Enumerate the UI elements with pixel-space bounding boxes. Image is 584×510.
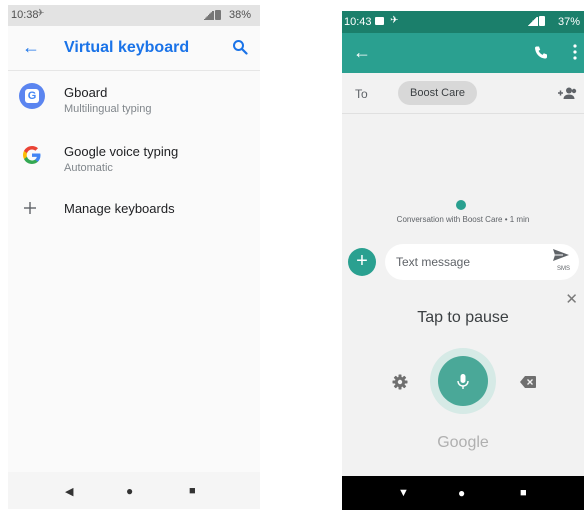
nav-home-button[interactable]: ● [126,484,133,498]
list-item-google-voice-typing[interactable]: Google voice typing Automatic [8,138,260,182]
send-icon[interactable] [552,248,570,262]
voice-status-text: Tap to pause [417,309,509,326]
messages-screen: 10:43 ✈︎ 37% ← To Boost Care Conversatio… [342,11,584,510]
add-person-icon[interactable] [557,87,577,99]
contact-avatar-icon [456,200,466,210]
status-bar: 10:38 ✈︎ 38% [8,5,260,26]
list-item-manage-keyboards[interactable]: Manage keyboards [8,192,260,236]
nav-recents-button[interactable]: ■ [520,487,527,499]
list-item-label: Google voice typing [64,144,179,159]
image-notification-icon [375,17,384,25]
battery-percent: 37% [557,16,580,28]
google-logo: Google [437,434,489,451]
gear-icon[interactable] [392,374,408,390]
mic-button[interactable] [438,356,488,406]
battery-icon [215,10,221,20]
phone-icon[interactable] [533,45,549,61]
app-bar: ← Virtual keyboard [8,26,260,71]
nav-recents-button[interactable]: ■ [189,485,196,497]
signal-icon [202,11,214,20]
status-time: 10:38 [11,9,39,21]
page-title: Virtual keyboard [64,39,190,56]
search-icon[interactable] [232,39,248,55]
conversation-info: Conversation with Boost Care • 1 min [396,215,530,224]
navigation-bar: ▼ ● ■ [342,476,584,510]
close-icon[interactable]: ✕ [565,290,578,308]
list-item-label: Manage keyboards [64,201,175,216]
battery-percent: 38% [228,9,251,21]
nav-back-button[interactable]: ▼ [398,487,409,499]
recipient-bar: To Boost Care [342,73,584,114]
list-item-gboard[interactable]: G Gboard Multilingual typing [8,79,260,123]
nav-back-button[interactable]: ◀ [65,485,73,498]
recipient-chip[interactable]: Boost Care [398,81,478,105]
airplane-mode-icon: ✈︎ [36,8,45,19]
add-attachment-button[interactable]: + [348,248,376,276]
list-item-subtitle: Multilingual typing [64,103,152,115]
more-vert-icon[interactable] [573,44,577,60]
list-item-subtitle: Automatic [64,162,113,174]
plus-icon [24,202,36,214]
voice-input-panel: ✕ Tap to pause Google [342,284,584,474]
mic-icon [457,374,469,389]
to-label: To [355,87,368,101]
nav-home-button[interactable]: ● [458,486,465,500]
app-bar: ← [342,33,584,73]
battery-icon [539,16,545,26]
sms-label: SMS [556,266,570,272]
gboard-icon: G [19,83,45,109]
google-g-icon [23,146,41,164]
status-time: 10:43 [344,16,372,28]
back-arrow-icon[interactable]: ← [22,37,40,58]
airplane-mode-icon: ✈︎ [390,15,399,26]
settings-screen: 10:38 ✈︎ 38% ← Virtual keyboard G Gboard… [8,5,260,509]
navigation-bar: ◀ ● ■ [8,472,260,509]
status-bar: 10:43 ✈︎ 37% [342,11,584,33]
back-arrow-icon[interactable]: ← [353,42,371,63]
list-item-label: Gboard [64,85,108,100]
message-input[interactable]: Text message SMS [385,244,579,280]
backspace-icon[interactable] [520,376,536,388]
signal-icon [526,17,538,26]
compose-bar: + Text message SMS [342,244,584,284]
message-placeholder: Text message [396,255,471,269]
